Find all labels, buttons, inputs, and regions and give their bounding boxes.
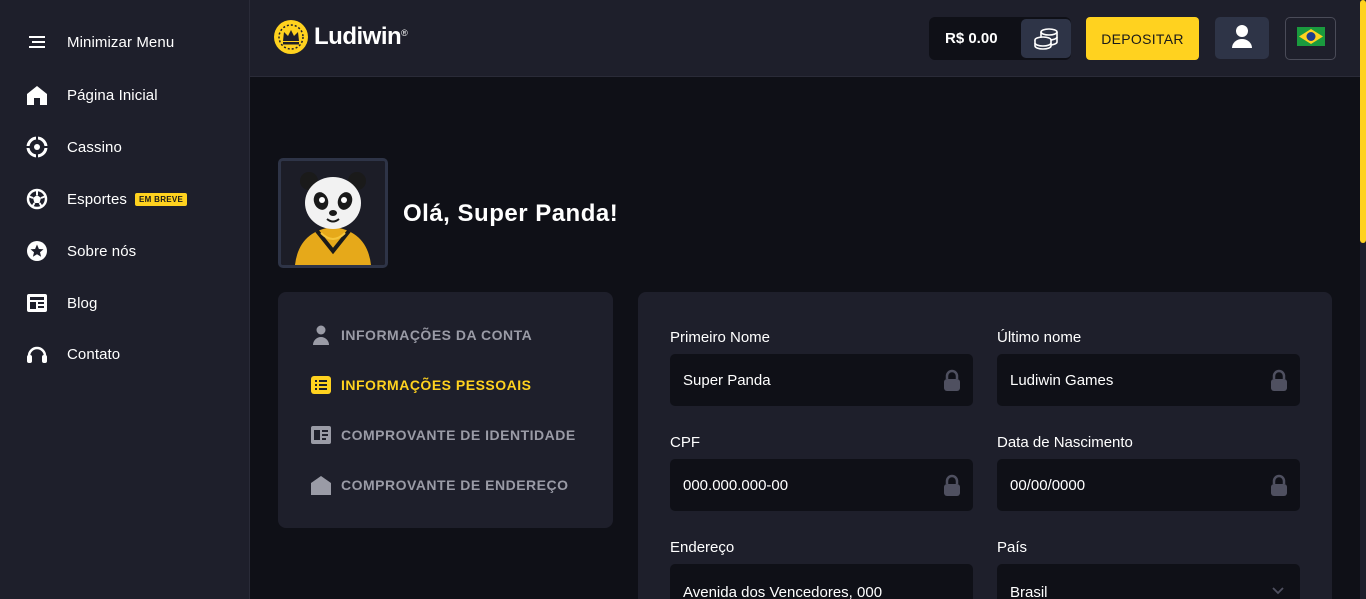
sidebar-item-minimize-menu[interactable]: Minimizar Menu (24, 28, 174, 56)
balance-amount: R$ 0.00 (945, 30, 998, 47)
birth-date-value: 00/00/0000 (1010, 476, 1086, 494)
birth-date-field[interactable]: 00/00/0000 (997, 459, 1300, 511)
personal-info-form: Primeiro Nome Super Panda Último nome Lu… (638, 292, 1332, 599)
top-header: Ludiwin ® R$ 0.00 DEPOSITAR (250, 0, 1360, 77)
sidebar: Minimizar Menu Página Inicial Cassino Es… (0, 0, 250, 599)
page-scrollbar[interactable] (1360, 0, 1366, 599)
balance-widget[interactable]: R$ 0.00 (929, 17, 1071, 60)
lock-icon (1268, 474, 1290, 496)
logo-text: Ludiwin (314, 23, 402, 50)
last-name-label: Último nome (997, 329, 1082, 346)
coins-icon[interactable] (1021, 19, 1071, 58)
country-value: Brasil (1010, 583, 1048, 599)
house-icon (311, 475, 331, 495)
last-name-field[interactable]: Ludiwin Games (997, 354, 1300, 406)
cpf-field[interactable]: 000.000.000-00 (670, 459, 973, 511)
sidebar-item-label: Sobre nós (67, 242, 137, 260)
chevron-down-icon (1272, 582, 1284, 599)
user-icon (311, 325, 331, 345)
sidebar-item-about[interactable]: Sobre nós (24, 237, 136, 265)
address-value: Avenida dos Vencedores, 000 (683, 583, 883, 599)
account-menu: INFORMAÇÕES DA CONTA INFORMAÇÕES PESSOAI… (278, 292, 613, 528)
sidebar-item-sports[interactable]: Esportes EM BREVE (24, 185, 188, 213)
sidebar-item-label: Blog (67, 294, 98, 312)
registered-mark: ® (401, 28, 408, 38)
first-name-label: Primeiro Nome (670, 329, 771, 346)
newspaper-icon (24, 290, 50, 316)
sidebar-item-label: Contato (67, 345, 121, 363)
sidebar-item-contact[interactable]: Contato (24, 340, 120, 368)
first-name-value: Super Panda (683, 371, 771, 389)
scrollbar-thumb[interactable] (1360, 0, 1366, 243)
headset-icon (24, 341, 50, 367)
soccer-ball-icon (24, 186, 50, 212)
sidebar-item-label: Esportes (67, 190, 127, 208)
last-name-value: Ludiwin Games (1010, 371, 1114, 389)
language-selector-button[interactable] (1285, 17, 1336, 60)
lock-icon (941, 474, 963, 496)
country-select[interactable]: Brasil (997, 564, 1300, 599)
home-icon (24, 82, 50, 108)
panda-avatar-image (281, 161, 385, 265)
address-field[interactable]: Avenida dos Vencedores, 000 (670, 564, 973, 599)
lock-icon (1268, 369, 1290, 391)
sidebar-item-label: Página Inicial (67, 86, 158, 104)
menu-item-account-info[interactable]: INFORMAÇÕES DA CONTA (311, 323, 532, 347)
sidebar-item-label: Minimizar Menu (67, 33, 175, 51)
country-label: País (997, 539, 1028, 556)
user-icon (1231, 24, 1253, 53)
list-icon (311, 375, 331, 395)
deposit-button[interactable]: DEPOSITAR (1086, 17, 1199, 60)
casino-chip-icon (24, 134, 50, 160)
menu-item-label: INFORMAÇÕES PESSOAIS (341, 377, 532, 393)
first-name-field[interactable]: Super Panda (670, 354, 973, 406)
id-card-icon (311, 425, 331, 445)
user-profile-button[interactable] (1215, 17, 1269, 59)
sidebar-item-home[interactable]: Página Inicial (24, 81, 158, 109)
menu-icon (24, 29, 50, 55)
coming-soon-badge: EM BREVE (135, 192, 188, 206)
brazil-flag-icon (1296, 26, 1325, 51)
menu-item-label: INFORMAÇÕES DA CONTA (341, 327, 533, 343)
sidebar-item-label: Cassino (67, 138, 122, 156)
app-root: Minimizar Menu Página Inicial Cassino Es… (0, 0, 1366, 599)
lock-icon (941, 369, 963, 391)
star-icon (24, 238, 50, 264)
cpf-value: 000.000.000-00 (683, 476, 789, 494)
sidebar-item-casino[interactable]: Cassino (24, 133, 122, 161)
menu-item-address-proof[interactable]: COMPROVANTE DE ENDEREÇO (311, 473, 568, 497)
crown-coin-icon (274, 20, 308, 54)
page-title: Olá, Super Panda! (403, 200, 619, 227)
menu-item-personal-info[interactable]: INFORMAÇÕES PESSOAIS (311, 373, 531, 397)
menu-item-label: COMPROVANTE DE ENDEREÇO (341, 477, 569, 493)
menu-item-label: COMPROVANTE DE IDENTIDADE (341, 427, 576, 443)
sidebar-item-blog[interactable]: Blog (24, 289, 97, 317)
menu-item-identity-proof[interactable]: COMPROVANTE DE IDENTIDADE (311, 423, 576, 447)
birth-date-label: Data de Nascimento (997, 434, 1133, 451)
cpf-label: CPF (670, 434, 700, 451)
avatar (278, 158, 388, 268)
address-label: Endereço (670, 539, 735, 556)
brand-logo[interactable]: Ludiwin ® (274, 20, 408, 54)
